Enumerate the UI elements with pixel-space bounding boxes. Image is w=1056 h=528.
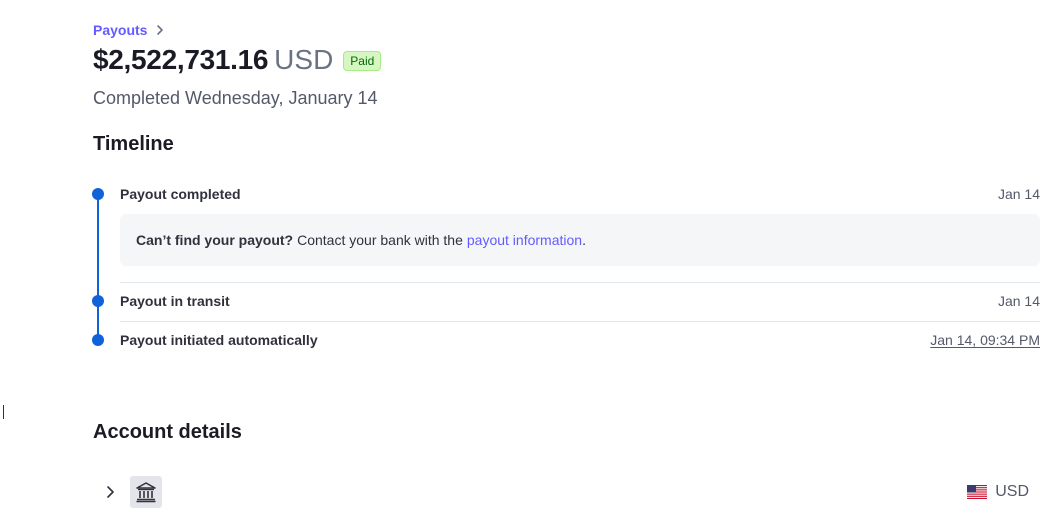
divider — [120, 321, 1040, 322]
us-flag-icon — [967, 485, 988, 499]
timeline-event-label: Payout in transit — [120, 293, 230, 309]
bank-icon — [130, 476, 162, 508]
timeline-dot — [92, 188, 104, 200]
divider — [120, 282, 1040, 283]
help-callout-suffix: . — [582, 232, 586, 248]
timeline-event-date: Jan 14 — [997, 186, 1040, 202]
payout-amount: $2,522,731.16 — [93, 44, 269, 75]
breadcrumb: Payouts — [93, 22, 165, 38]
text-cursor — [3, 405, 4, 419]
chevron-right-icon — [157, 25, 164, 35]
payout-information-link[interactable]: payout information — [467, 232, 582, 248]
timeline-dot — [92, 295, 104, 307]
payout-help-callout: Can’t find your payout? Contact your ban… — [120, 214, 1040, 266]
timeline-event-label: Payout initiated automatically — [120, 332, 318, 348]
breadcrumb-payouts-link[interactable]: Payouts — [93, 22, 147, 38]
timeline-dot — [92, 334, 104, 346]
timeline-line — [97, 194, 99, 340]
account-details-heading: Account details — [93, 421, 242, 443]
payout-amount-row: $2,522,731.16 USD Paid — [93, 44, 382, 76]
timeline-event-label: Payout completed — [120, 186, 241, 202]
bank-account-row[interactable] — [104, 476, 162, 508]
chevron-right-icon[interactable] — [104, 484, 118, 500]
timeline-event-timestamp-link[interactable]: Jan 14, 09:34 PM — [930, 332, 1040, 348]
completed-date-subtitle: Completed Wednesday, January 14 — [93, 88, 378, 108]
help-callout-text: Contact your bank with the — [297, 232, 463, 248]
help-callout-bold: Can’t find your payout? — [136, 232, 294, 248]
timeline-heading: Timeline — [93, 133, 174, 155]
account-currency: USD — [967, 483, 1029, 501]
timeline-event-date: Jan 14 — [997, 293, 1040, 309]
payout-currency: USD — [274, 44, 334, 75]
account-currency-label: USD — [995, 483, 1029, 500]
status-badge: Paid — [343, 51, 382, 71]
